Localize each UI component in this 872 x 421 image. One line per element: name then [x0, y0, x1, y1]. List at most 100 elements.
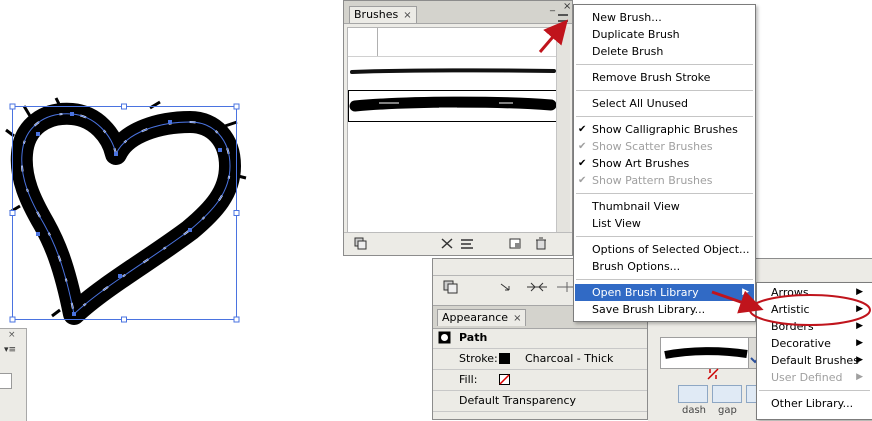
checkmark-icon: ✔ [578, 175, 587, 186]
break-link-icon[interactable] [706, 367, 720, 381]
brush-list[interactable] [347, 27, 559, 235]
submenu-item-label: Default Brushes [771, 354, 859, 367]
submenu-arrow-icon: ▶ [742, 287, 749, 297]
submenu-item-label: Arrows [771, 286, 809, 299]
anchor-point[interactable] [70, 112, 74, 116]
bbox-handle[interactable] [9, 316, 16, 323]
bbox-handle[interactable] [121, 316, 127, 323]
artboard-canvas[interactable] [0, 96, 250, 326]
menu-item-label: Brush Options... [592, 260, 681, 273]
panel-menu-icon[interactable] [558, 14, 568, 22]
submenu-arrow-icon: ▶ [856, 338, 863, 348]
menu-item-thumbnail-view[interactable]: Thumbnail View [575, 198, 754, 215]
menu-separator [576, 90, 753, 91]
dash-field[interactable] [678, 385, 708, 403]
brush-row-calligraphic[interactable] [348, 28, 558, 57]
menu-item-label: Thumbnail View [592, 200, 680, 213]
submenu-item-label: Artistic [771, 303, 810, 316]
menu-separator [576, 279, 753, 280]
menu-item-show-art[interactable]: ✔ Show Art Brushes [575, 155, 754, 172]
menu-item-label: Select All Unused [592, 97, 689, 110]
charcoal-thin-brush-preview [350, 68, 556, 74]
graphic-style-icon[interactable] [443, 280, 459, 294]
menu-item-label: Open Brush Library [592, 286, 699, 299]
dash-label: dash [682, 405, 707, 416]
window-close-icon[interactable]: × [563, 1, 571, 12]
appearance-row-transparency[interactable]: Default Transparency [433, 391, 647, 412]
menu-item-brush-options[interactable]: Brush Options... [575, 258, 754, 275]
anchor-point[interactable] [36, 232, 40, 236]
submenu-item-default-brushes[interactable]: Default Brushes ▶ [758, 352, 871, 369]
brush-row-art-thin[interactable] [348, 60, 558, 84]
fill-none-swatch-icon[interactable] [499, 374, 510, 385]
remove-brush-stroke-icon[interactable] [440, 237, 454, 250]
appearance-row-fill[interactable]: Fill: [433, 370, 647, 391]
heart-charcoal-stroke [5, 97, 247, 325]
appearance-row-stroke[interactable]: Stroke: Charcoal - Thick [433, 349, 647, 370]
symbol-sprayer-icon[interactable] [525, 281, 549, 293]
submenu-arrow-icon: ▶ [856, 355, 863, 365]
library-brush-preview[interactable] [660, 337, 750, 369]
tab-appearance[interactable]: Appearance × [437, 309, 527, 326]
panel-close-icon[interactable]: × [8, 330, 16, 340]
brush-libraries-icon[interactable] [354, 237, 368, 250]
bbox-handle[interactable] [9, 210, 16, 216]
menu-item-select-all-unused[interactable]: Select All Unused [575, 95, 754, 112]
submenu-item-arrows[interactable]: Arrows ▶ [758, 284, 871, 301]
bbox-handle[interactable] [233, 316, 240, 323]
menu-item-label: Show Art Brushes [592, 157, 690, 170]
stroke-label: Stroke: [459, 352, 498, 365]
anchor-point[interactable] [72, 312, 76, 316]
menu-item-options-selected-object[interactable]: Options of Selected Object... [575, 241, 754, 258]
submenu-item-other-library[interactable]: Other Library... [758, 395, 871, 412]
submenu-item-user-defined[interactable]: User Defined ▶ [758, 369, 871, 386]
bbox-handle[interactable] [9, 103, 16, 110]
menu-item-label: Duplicate Brush [592, 28, 680, 41]
menu-item-show-pattern[interactable]: ✔ Show Pattern Brushes [575, 172, 754, 189]
anchor-point[interactable] [218, 148, 222, 152]
calligraphic-brush-swatch[interactable] [348, 28, 378, 56]
menu-item-delete-brush[interactable]: Delete Brush [575, 43, 754, 60]
stroke-swatch[interactable] [499, 353, 510, 364]
anchor-point[interactable] [168, 120, 172, 124]
minimize-icon[interactable]: _ [550, 1, 555, 12]
options-selected-object-icon[interactable] [460, 237, 474, 250]
menu-item-remove-brush-stroke[interactable]: Remove Brush Stroke [575, 69, 754, 86]
tab-close-icon[interactable]: × [403, 10, 411, 21]
panel-menu-icon[interactable]: ▾≡ [4, 345, 16, 355]
bbox-handle[interactable] [233, 103, 240, 110]
brush-row-art-thick[interactable] [348, 90, 558, 122]
menu-item-show-calligraphic[interactable]: ✔ Show Calligraphic Brushes [575, 121, 754, 138]
brush-list-scrollbar[interactable] [556, 27, 570, 233]
submenu-item-artistic[interactable]: Artistic ▶ [758, 301, 871, 318]
submenu-item-decorative[interactable]: Decorative ▶ [758, 335, 871, 352]
anchor-point[interactable] [36, 132, 40, 136]
gap-field[interactable] [712, 385, 742, 403]
bbox-handle[interactable] [233, 210, 240, 216]
menu-item-list-view[interactable]: List View [575, 215, 754, 232]
tab-appearance-label: Appearance [442, 311, 509, 324]
delete-brush-icon[interactable] [534, 237, 548, 250]
submenu-item-label: Other Library... [771, 397, 854, 410]
menu-item-new-brush[interactable]: New Brush... [575, 9, 754, 26]
menu-item-duplicate-brush[interactable]: Duplicate Brush [575, 26, 754, 43]
submenu-item-borders[interactable]: Borders ▶ [758, 318, 871, 335]
tab-close-icon[interactable]: × [513, 313, 521, 324]
panel-field[interactable] [0, 373, 12, 389]
appearance-row-path[interactable]: Path [433, 328, 647, 349]
blend-arrow-icon[interactable] [499, 282, 515, 294]
menu-item-save-brush-library[interactable]: Save Brush Library... [575, 301, 754, 318]
tab-brushes[interactable]: Brushes × [349, 6, 417, 23]
stroke-brush-value: Charcoal - Thick [525, 352, 614, 365]
new-brush-icon[interactable] [508, 237, 522, 250]
charcoal-thick-brush-preview [349, 96, 557, 112]
brushes-panel: Brushes × _ × [343, 0, 573, 256]
menu-item-label: Remove Brush Stroke [592, 71, 711, 84]
menu-item-show-scatter[interactable]: ✔ Show Scatter Brushes [575, 138, 754, 155]
anchor-point[interactable] [188, 228, 192, 232]
anchor-point[interactable] [114, 152, 118, 156]
checkmark-icon: ✔ [578, 158, 587, 169]
menu-item-open-brush-library[interactable]: Open Brush Library ▶ [575, 284, 754, 301]
anchor-point[interactable] [118, 274, 122, 278]
bbox-handle[interactable] [121, 103, 127, 110]
